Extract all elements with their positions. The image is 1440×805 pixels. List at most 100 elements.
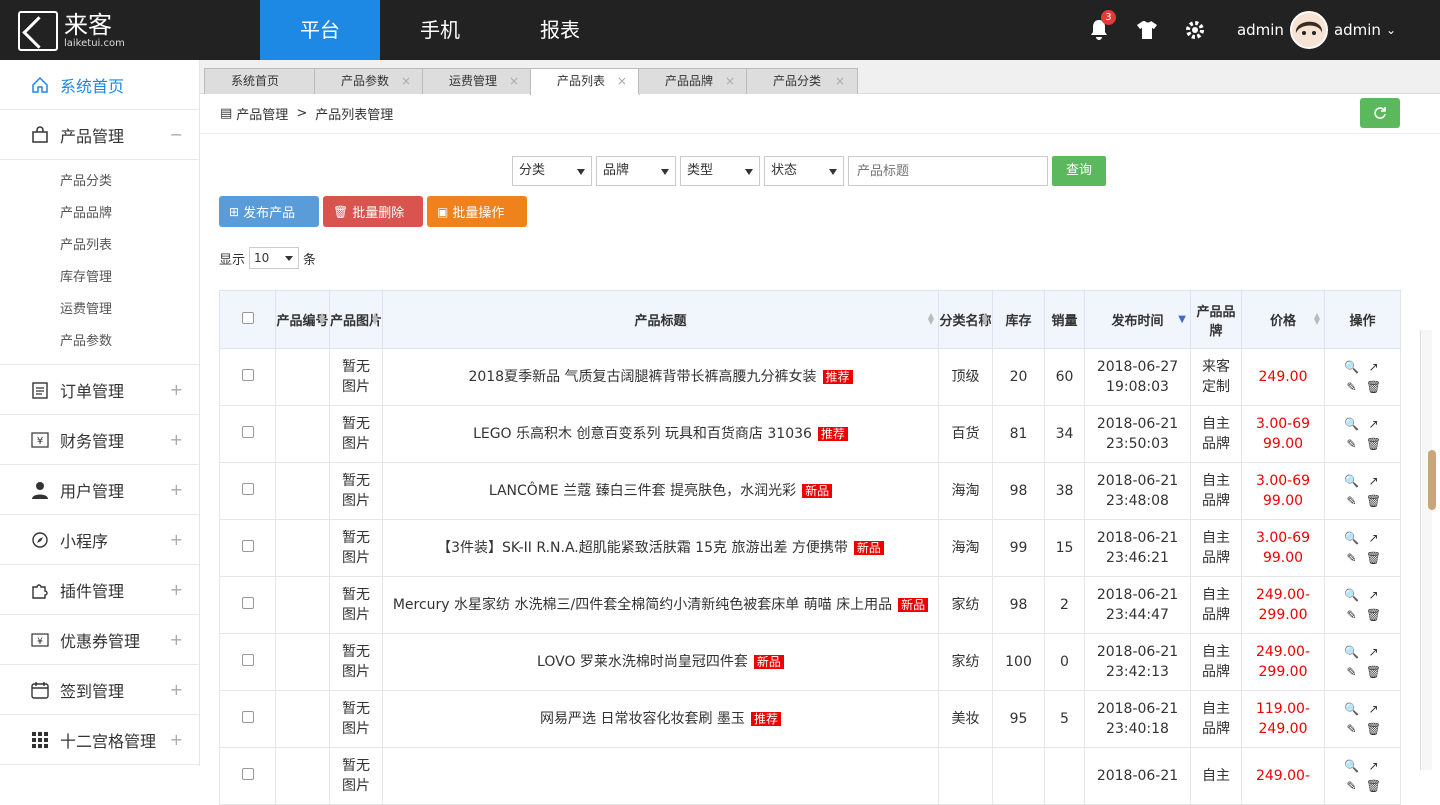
close-icon[interactable]: × [401,69,411,93]
view-icon[interactable]: 🔍 [1341,585,1363,605]
export-icon[interactable]: ↗ [1363,585,1385,605]
sidebar-item-home[interactable]: 系统首页 [0,60,199,110]
edit-icon[interactable]: ✎ [1341,548,1363,568]
sidebar-item-finance[interactable]: ¥ 财务管理 + [0,415,199,465]
expand-icon[interactable]: + [170,680,183,699]
expand-icon[interactable]: + [170,530,183,549]
sidebar-item-coupons[interactable]: ¥ 优惠券管理 + [0,615,199,665]
publish-product-button[interactable]: ⊞ 发布产品 [219,196,319,227]
edit-icon[interactable]: ✎ [1341,776,1363,796]
close-icon[interactable]: × [617,69,627,93]
scroll-thumb[interactable] [1428,450,1436,510]
tab-category[interactable]: 产品分类 × [746,68,858,94]
col-title[interactable]: 产品标题 ▲ ▼ [382,290,939,349]
edit-icon[interactable]: ✎ [1341,662,1363,682]
export-icon[interactable]: ↗ [1363,357,1385,377]
right-scrollbar[interactable] [1420,330,1432,770]
col-date[interactable]: 发布时间 ▼ [1084,290,1191,349]
status-select[interactable]: 状态 [764,156,844,186]
export-icon[interactable]: ↗ [1363,471,1385,491]
row-checkbox[interactable] [241,426,254,438]
delete-icon[interactable]: 🗑 [1363,491,1385,511]
expand-icon[interactable]: + [170,730,183,749]
brand-select[interactable]: 品牌 [596,156,676,186]
sidebar-sub-brand[interactable]: 产品品牌 [0,198,199,230]
col-image[interactable]: 产品图片 ▲ ▼ [329,290,383,349]
delete-icon[interactable]: 🗑 [1363,719,1385,739]
view-icon[interactable]: 🔍 [1341,642,1363,662]
edit-icon[interactable]: ✎ [1341,491,1363,511]
expand-icon[interactable]: + [170,480,183,499]
sidebar-item-plugins[interactable]: 插件管理 + [0,565,199,615]
row-checkbox[interactable] [241,597,254,609]
delete-icon[interactable]: 🗑 [1363,377,1385,397]
batch-delete-button[interactable]: 🗑 批量删除 [323,196,423,227]
row-checkbox[interactable] [241,540,254,552]
sidebar-item-miniprogram[interactable]: 小程序 + [0,515,199,565]
export-icon[interactable]: ↗ [1363,642,1385,662]
view-icon[interactable]: 🔍 [1341,699,1363,719]
delete-icon[interactable]: 🗑 [1363,434,1385,454]
expand-icon[interactable]: + [170,630,183,649]
close-icon[interactable]: × [835,69,845,93]
sidebar-item-orders[interactable]: 订单管理 + [0,365,199,415]
row-checkbox[interactable] [241,369,254,381]
sidebar-sub-list[interactable]: 产品列表 [0,230,199,262]
batch-operation-button[interactable]: ▣ 批量操作 [427,196,527,227]
row-checkbox[interactable] [241,768,254,780]
export-icon[interactable]: ↗ [1363,699,1385,719]
col-category[interactable]: 分类名称 ▲ ▼ [938,290,993,349]
view-icon[interactable]: 🔍 [1341,471,1363,491]
edit-icon[interactable]: ✎ [1341,605,1363,625]
tab-product-list[interactable]: 产品列表 × [530,68,640,95]
breadcrumb-parent[interactable]: 产品管理 [236,104,288,123]
settings-button[interactable] [1171,0,1219,60]
close-icon[interactable]: × [509,69,519,93]
sidebar-item-product[interactable]: 产品管理 − [0,110,199,160]
query-button[interactable]: 查询 [1052,156,1106,186]
delete-icon[interactable]: 🗑 [1363,776,1385,796]
select-all-checkbox[interactable] [241,311,254,324]
nav-report[interactable]: 报表 [500,0,620,60]
sidebar-item-users[interactable]: 用户管理 + [0,465,199,515]
edit-icon[interactable]: ✎ [1341,377,1363,397]
sidebar-sub-stock[interactable]: 库存管理 [0,262,199,294]
col-price[interactable]: 价格 ▲ ▼ [1241,290,1325,349]
edit-icon[interactable]: ✎ [1341,434,1363,454]
expand-icon[interactable]: + [170,380,183,399]
refresh-button[interactable] [1360,98,1400,128]
view-icon[interactable]: 🔍 [1341,756,1363,776]
row-checkbox[interactable] [241,654,254,666]
nav-mobile[interactable]: 手机 [380,0,500,60]
tab-brand[interactable]: 产品品牌 × [638,68,748,94]
sidebar-sub-freight[interactable]: 运费管理 [0,294,199,326]
view-icon[interactable]: 🔍 [1341,528,1363,548]
view-icon[interactable]: 🔍 [1341,414,1363,434]
sidebar-sub-category[interactable]: 产品分类 [0,166,199,198]
user-menu[interactable]: admin admin ⌄ [1237,11,1396,49]
bell-button[interactable]: 3 [1075,0,1123,60]
tab-freight[interactable]: 运费管理 × [422,68,532,94]
delete-icon[interactable]: 🗑 [1363,662,1385,682]
expand-icon[interactable]: + [170,430,183,449]
export-icon[interactable]: ↗ [1363,528,1385,548]
sidebar-item-checkin[interactable]: 签到管理 + [0,665,199,715]
page-size-select[interactable]: 10 [249,247,300,269]
delete-icon[interactable]: 🗑 [1363,605,1385,625]
nav-platform[interactable]: 平台 [260,0,380,60]
theme-button[interactable] [1123,0,1171,60]
col-brand[interactable]: 产品品牌 [1190,290,1242,349]
close-icon[interactable]: × [725,69,735,93]
edit-icon[interactable]: ✎ [1341,719,1363,739]
sidebar-sub-params[interactable]: 产品参数 [0,326,199,358]
sidebar-item-grid[interactable]: 十二宫格管理 + [0,715,199,765]
logo[interactable]: 来客 laiketui.com [18,10,125,52]
row-checkbox[interactable] [241,711,254,723]
export-icon[interactable]: ↗ [1363,414,1385,434]
row-checkbox[interactable] [241,483,254,495]
col-stock[interactable]: 库存 [992,290,1045,349]
expand-icon[interactable]: + [170,580,183,599]
col-id[interactable]: 产品编号 ▲ ▼ [275,290,330,349]
tab-home[interactable]: 系统首页 [204,68,316,94]
type-select[interactable]: 类型 [680,156,760,186]
